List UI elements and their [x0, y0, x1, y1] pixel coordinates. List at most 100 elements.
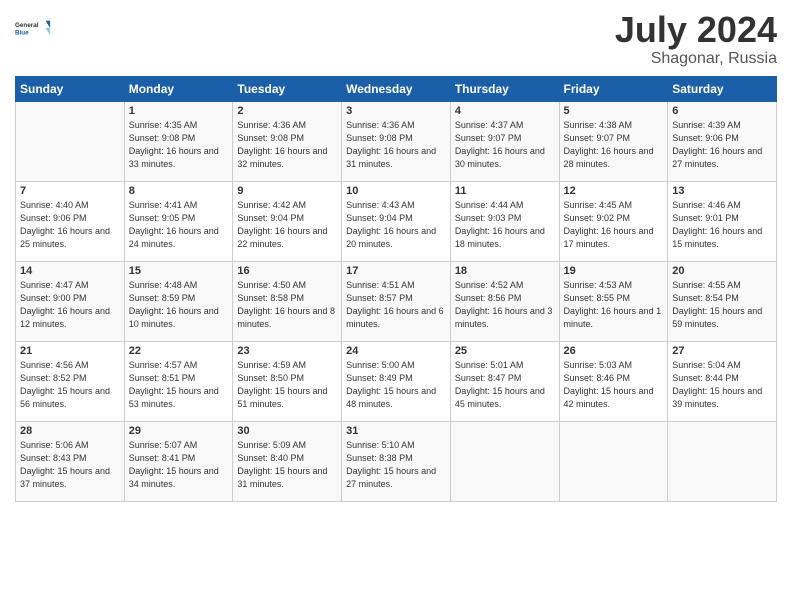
cell-text: Sunrise: 5:10 AMSunset: 8:38 PMDaylight:…	[346, 440, 436, 489]
day-number: 28	[20, 425, 120, 437]
calendar-cell: 5 Sunrise: 4:38 AMSunset: 9:07 PMDayligh…	[559, 101, 668, 181]
calendar-cell: 18 Sunrise: 4:52 AMSunset: 8:56 PMDaylig…	[450, 261, 559, 341]
day-number: 11	[455, 185, 555, 197]
calendar-cell: 12 Sunrise: 4:45 AMSunset: 9:02 PMDaylig…	[559, 181, 668, 261]
cell-text: Sunrise: 4:39 AMSunset: 9:06 PMDaylight:…	[672, 120, 762, 169]
cell-text: Sunrise: 5:06 AMSunset: 8:43 PMDaylight:…	[20, 440, 110, 489]
calendar-cell	[450, 421, 559, 501]
cell-text: Sunrise: 4:43 AMSunset: 9:04 PMDaylight:…	[346, 200, 436, 249]
day-number: 1	[129, 105, 229, 117]
day-number: 9	[237, 185, 337, 197]
day-number: 17	[346, 265, 446, 277]
day-number: 7	[20, 185, 120, 197]
svg-text:General: General	[15, 22, 39, 29]
title-block: July 2024 Shagonar, Russia	[615, 10, 777, 68]
calendar-cell: 31 Sunrise: 5:10 AMSunset: 8:38 PMDaylig…	[342, 421, 451, 501]
calendar-cell: 2 Sunrise: 4:36 AMSunset: 9:08 PMDayligh…	[233, 101, 342, 181]
day-number: 16	[237, 265, 337, 277]
day-number: 24	[346, 345, 446, 357]
cell-text: Sunrise: 4:53 AMSunset: 8:55 PMDaylight:…	[564, 280, 662, 329]
day-number: 2	[237, 105, 337, 117]
day-number: 4	[455, 105, 555, 117]
cell-text: Sunrise: 4:35 AMSunset: 9:08 PMDaylight:…	[129, 120, 219, 169]
calendar-cell: 30 Sunrise: 5:09 AMSunset: 8:40 PMDaylig…	[233, 421, 342, 501]
day-number: 12	[564, 185, 664, 197]
cell-text: Sunrise: 5:03 AMSunset: 8:46 PMDaylight:…	[564, 360, 654, 409]
col-wednesday: Wednesday	[342, 76, 451, 101]
cell-text: Sunrise: 4:46 AMSunset: 9:01 PMDaylight:…	[672, 200, 762, 249]
logo-icon: General Blue	[15, 10, 51, 46]
cell-text: Sunrise: 4:38 AMSunset: 9:07 PMDaylight:…	[564, 120, 654, 169]
title-month: July 2024	[615, 10, 777, 50]
day-number: 18	[455, 265, 555, 277]
cell-text: Sunrise: 4:45 AMSunset: 9:02 PMDaylight:…	[564, 200, 654, 249]
calendar-cell: 23 Sunrise: 4:59 AMSunset: 8:50 PMDaylig…	[233, 341, 342, 421]
calendar-cell: 22 Sunrise: 4:57 AMSunset: 8:51 PMDaylig…	[124, 341, 233, 421]
calendar-cell: 4 Sunrise: 4:37 AMSunset: 9:07 PMDayligh…	[450, 101, 559, 181]
calendar-cell: 25 Sunrise: 5:01 AMSunset: 8:47 PMDaylig…	[450, 341, 559, 421]
col-tuesday: Tuesday	[233, 76, 342, 101]
calendar-week-row: 28 Sunrise: 5:06 AMSunset: 8:43 PMDaylig…	[16, 421, 777, 501]
cell-text: Sunrise: 5:00 AMSunset: 8:49 PMDaylight:…	[346, 360, 436, 409]
header: General Blue July 2024 Shagonar, Russia	[15, 10, 777, 68]
calendar-cell: 11 Sunrise: 4:44 AMSunset: 9:03 PMDaylig…	[450, 181, 559, 261]
logo: General Blue	[15, 10, 51, 46]
day-number: 14	[20, 265, 120, 277]
cell-text: Sunrise: 4:36 AMSunset: 9:08 PMDaylight:…	[346, 120, 436, 169]
cell-text: Sunrise: 5:04 AMSunset: 8:44 PMDaylight:…	[672, 360, 762, 409]
calendar-cell: 7 Sunrise: 4:40 AMSunset: 9:06 PMDayligh…	[16, 181, 125, 261]
calendar-cell: 1 Sunrise: 4:35 AMSunset: 9:08 PMDayligh…	[124, 101, 233, 181]
calendar-cell: 24 Sunrise: 5:00 AMSunset: 8:49 PMDaylig…	[342, 341, 451, 421]
cell-text: Sunrise: 4:52 AMSunset: 8:56 PMDaylight:…	[455, 280, 553, 329]
calendar-cell: 3 Sunrise: 4:36 AMSunset: 9:08 PMDayligh…	[342, 101, 451, 181]
cell-text: Sunrise: 4:47 AMSunset: 9:00 PMDaylight:…	[20, 280, 110, 329]
day-number: 26	[564, 345, 664, 357]
day-number: 20	[672, 265, 772, 277]
calendar-cell	[16, 101, 125, 181]
col-thursday: Thursday	[450, 76, 559, 101]
day-number: 3	[346, 105, 446, 117]
cell-text: Sunrise: 4:42 AMSunset: 9:04 PMDaylight:…	[237, 200, 327, 249]
calendar-cell: 21 Sunrise: 4:56 AMSunset: 8:52 PMDaylig…	[16, 341, 125, 421]
day-number: 30	[237, 425, 337, 437]
cell-text: Sunrise: 4:36 AMSunset: 9:08 PMDaylight:…	[237, 120, 327, 169]
day-number: 13	[672, 185, 772, 197]
cell-text: Sunrise: 4:59 AMSunset: 8:50 PMDaylight:…	[237, 360, 327, 409]
cell-text: Sunrise: 4:48 AMSunset: 8:59 PMDaylight:…	[129, 280, 219, 329]
calendar-cell	[559, 421, 668, 501]
calendar-cell: 26 Sunrise: 5:03 AMSunset: 8:46 PMDaylig…	[559, 341, 668, 421]
day-number: 23	[237, 345, 337, 357]
cell-text: Sunrise: 4:50 AMSunset: 8:58 PMDaylight:…	[237, 280, 335, 329]
calendar-cell: 27 Sunrise: 5:04 AMSunset: 8:44 PMDaylig…	[668, 341, 777, 421]
calendar-cell: 13 Sunrise: 4:46 AMSunset: 9:01 PMDaylig…	[668, 181, 777, 261]
calendar-week-row: 7 Sunrise: 4:40 AMSunset: 9:06 PMDayligh…	[16, 181, 777, 261]
cell-text: Sunrise: 4:40 AMSunset: 9:06 PMDaylight:…	[20, 200, 110, 249]
calendar-cell: 6 Sunrise: 4:39 AMSunset: 9:06 PMDayligh…	[668, 101, 777, 181]
calendar-cell: 20 Sunrise: 4:55 AMSunset: 8:54 PMDaylig…	[668, 261, 777, 341]
cell-text: Sunrise: 5:07 AMSunset: 8:41 PMDaylight:…	[129, 440, 219, 489]
cell-text: Sunrise: 4:56 AMSunset: 8:52 PMDaylight:…	[20, 360, 110, 409]
cell-text: Sunrise: 4:37 AMSunset: 9:07 PMDaylight:…	[455, 120, 545, 169]
cell-text: Sunrise: 4:41 AMSunset: 9:05 PMDaylight:…	[129, 200, 219, 249]
cell-text: Sunrise: 4:44 AMSunset: 9:03 PMDaylight:…	[455, 200, 545, 249]
calendar-week-row: 1 Sunrise: 4:35 AMSunset: 9:08 PMDayligh…	[16, 101, 777, 181]
cell-text: Sunrise: 5:09 AMSunset: 8:40 PMDaylight:…	[237, 440, 327, 489]
day-number: 21	[20, 345, 120, 357]
day-number: 8	[129, 185, 229, 197]
calendar-cell: 9 Sunrise: 4:42 AMSunset: 9:04 PMDayligh…	[233, 181, 342, 261]
calendar-week-row: 21 Sunrise: 4:56 AMSunset: 8:52 PMDaylig…	[16, 341, 777, 421]
calendar-cell: 15 Sunrise: 4:48 AMSunset: 8:59 PMDaylig…	[124, 261, 233, 341]
svg-text:Blue: Blue	[15, 29, 29, 36]
day-number: 6	[672, 105, 772, 117]
calendar-cell: 17 Sunrise: 4:51 AMSunset: 8:57 PMDaylig…	[342, 261, 451, 341]
day-number: 22	[129, 345, 229, 357]
calendar-cell: 19 Sunrise: 4:53 AMSunset: 8:55 PMDaylig…	[559, 261, 668, 341]
day-number: 27	[672, 345, 772, 357]
calendar-table: Sunday Monday Tuesday Wednesday Thursday…	[15, 76, 777, 502]
col-saturday: Saturday	[668, 76, 777, 101]
day-number: 5	[564, 105, 664, 117]
day-number: 15	[129, 265, 229, 277]
calendar-cell: 28 Sunrise: 5:06 AMSunset: 8:43 PMDaylig…	[16, 421, 125, 501]
cell-text: Sunrise: 4:55 AMSunset: 8:54 PMDaylight:…	[672, 280, 762, 329]
day-number: 10	[346, 185, 446, 197]
